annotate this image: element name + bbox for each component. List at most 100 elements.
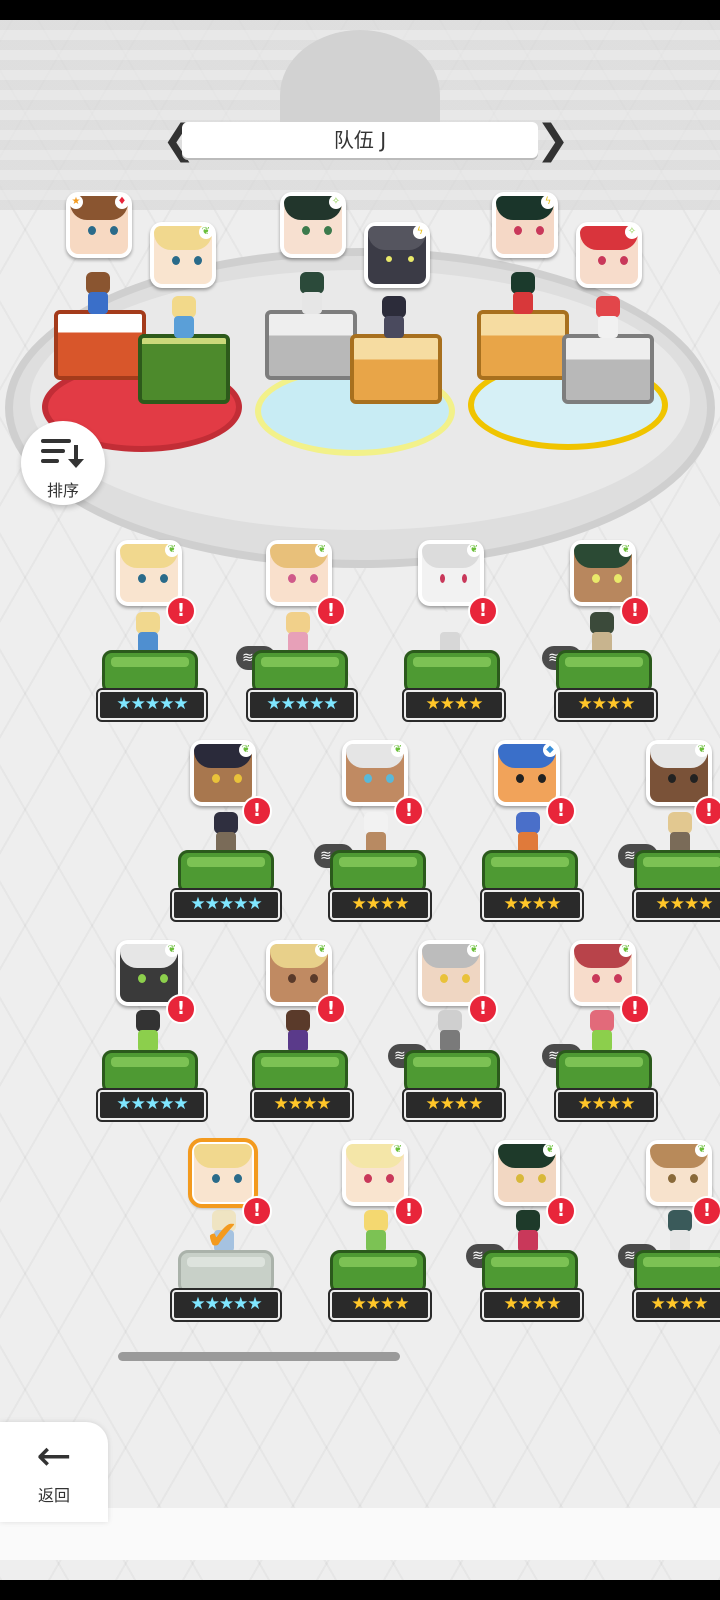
element-icon: ❦: [695, 1143, 709, 1157]
star-rating: ★★★★: [404, 1090, 504, 1120]
element-icon: ❦: [467, 943, 481, 957]
back-arrow-icon: ←: [36, 1431, 72, 1480]
element-icon: ❦: [391, 743, 405, 757]
element-icon: ❦: [619, 543, 633, 557]
alert-icon: !: [620, 596, 650, 626]
hero-portrait[interactable]: ❦: [116, 540, 182, 606]
star-rating: ★★★★: [556, 690, 656, 720]
team-hero-portrait[interactable]: ★ ♦: [66, 192, 132, 258]
element-icon: ❦: [315, 543, 329, 557]
element-icon: ❦: [695, 743, 709, 757]
element-icon: ❦: [165, 943, 179, 957]
team-block: [350, 334, 442, 404]
star-rating: ★★★★: [634, 1290, 720, 1320]
status-bar: [0, 0, 720, 20]
hero-portrait[interactable]: ❦: [266, 540, 332, 606]
star-rating: ★★★★: [252, 1090, 352, 1120]
team-header: ❮ 队伍 J ❯: [162, 118, 570, 162]
hero-portrait[interactable]: ❦: [418, 540, 484, 606]
game-screen: ❮ 队伍 J ❯ ★♦ ❦ ✧ ϟ ϟ ✧ 排序 ❦ ! ★★★★★ ❦ !: [0, 20, 720, 1580]
navigation-bar: [0, 1580, 720, 1600]
element-icon: ❦: [619, 943, 633, 957]
element-icon: ϟ: [413, 225, 427, 239]
team-block: [562, 334, 654, 404]
alert-icon: !: [166, 994, 196, 1024]
element-icon: ✧: [625, 225, 639, 239]
star-rating: ★★★★: [330, 890, 430, 920]
team-hero-portrait[interactable]: ❦: [150, 222, 216, 288]
team-hero-sprite[interactable]: [164, 296, 204, 340]
alert-icon: !: [620, 994, 650, 1024]
hero-portrait[interactable]: [190, 1140, 256, 1206]
element-icon: ❦: [543, 1143, 557, 1157]
star-rating: ★★★★: [404, 690, 504, 720]
star-rating: ★★★★★: [172, 890, 280, 920]
hero-sprite[interactable]: [128, 1010, 168, 1054]
team-hero-portrait[interactable]: ✧: [280, 192, 346, 258]
hero-portrait[interactable]: ❦: [494, 1140, 560, 1206]
hero-portrait[interactable]: ❦: [342, 1140, 408, 1206]
team-hero-portrait[interactable]: ✧: [576, 222, 642, 288]
team-block: [265, 310, 357, 380]
horizontal-scrollbar[interactable]: [118, 1352, 400, 1361]
hero-sprite[interactable]: [508, 1210, 548, 1254]
element-icon: ϟ: [541, 195, 555, 209]
element-icon: ◆: [543, 743, 557, 757]
alert-icon: !: [394, 1196, 424, 1226]
alert-icon: !: [394, 796, 424, 826]
hero-sprite[interactable]: [582, 1010, 622, 1054]
alert-icon: !: [546, 1196, 576, 1226]
element-icon: ❦: [165, 543, 179, 557]
element-icon: ❦: [239, 743, 253, 757]
star-rating: ★★★★: [482, 890, 582, 920]
star-rating: ★★★★★: [98, 690, 206, 720]
hero-portrait[interactable]: ❦: [646, 740, 712, 806]
element-icon: ✧: [329, 195, 343, 209]
alert-icon: !: [242, 796, 272, 826]
hero-portrait[interactable]: ❦: [342, 740, 408, 806]
star-rating: ★★★★★: [172, 1290, 280, 1320]
star-rank-icon: ★: [69, 195, 83, 209]
star-rating: ★★★★: [482, 1290, 582, 1320]
hero-sprite[interactable]: [660, 1210, 700, 1254]
sort-button[interactable]: 排序: [21, 421, 105, 505]
element-icon: ❦: [467, 543, 481, 557]
back-label: 返回: [37, 1486, 70, 1505]
team-hero-portrait[interactable]: ϟ: [492, 192, 558, 258]
element-icon: ❦: [391, 1143, 405, 1157]
alert-icon: !: [468, 994, 498, 1024]
hero-sprite[interactable]: [356, 1210, 396, 1254]
alert-icon: !: [316, 596, 346, 626]
team-hero-sprite[interactable]: [78, 272, 118, 316]
star-rating: ★★★★★: [248, 690, 356, 720]
element-icon: ❦: [315, 943, 329, 957]
alert-icon: !: [242, 1196, 272, 1226]
alert-icon: !: [316, 994, 346, 1024]
team-hero-sprite[interactable]: [503, 272, 543, 316]
team-block: [477, 310, 569, 380]
star-rating: ★★★★: [556, 1090, 656, 1120]
team-block: [138, 334, 230, 404]
team-hero-sprite[interactable]: [588, 296, 628, 340]
team-hero-sprite[interactable]: [374, 296, 414, 340]
team-next-arrow-icon[interactable]: ❯: [536, 118, 570, 162]
sort-label: 排序: [46, 481, 79, 500]
hero-sprite[interactable]: [430, 1010, 470, 1054]
back-button[interactable]: ← 返回: [0, 1422, 108, 1522]
hero-sprite[interactable]: [278, 1010, 318, 1054]
team-hero-portrait[interactable]: ϟ: [364, 222, 430, 288]
hero-portrait[interactable]: ❦: [570, 540, 636, 606]
team-hero-sprite[interactable]: [292, 272, 332, 316]
team-prev-arrow-icon[interactable]: ❮: [162, 118, 196, 162]
star-rating: ★★★★★: [98, 1090, 206, 1120]
alert-icon: !: [546, 796, 576, 826]
alert-icon: !: [166, 596, 196, 626]
hero-portrait[interactable]: ❦: [190, 740, 256, 806]
hero-portrait[interactable]: ◆: [494, 740, 560, 806]
element-icon: ♦: [115, 195, 129, 209]
team-name: 队伍 J: [182, 122, 538, 158]
star-rating: ★★★★: [330, 1290, 430, 1320]
alert-icon: !: [468, 596, 498, 626]
bottom-bar: [0, 1508, 720, 1560]
team-block: [54, 310, 146, 380]
